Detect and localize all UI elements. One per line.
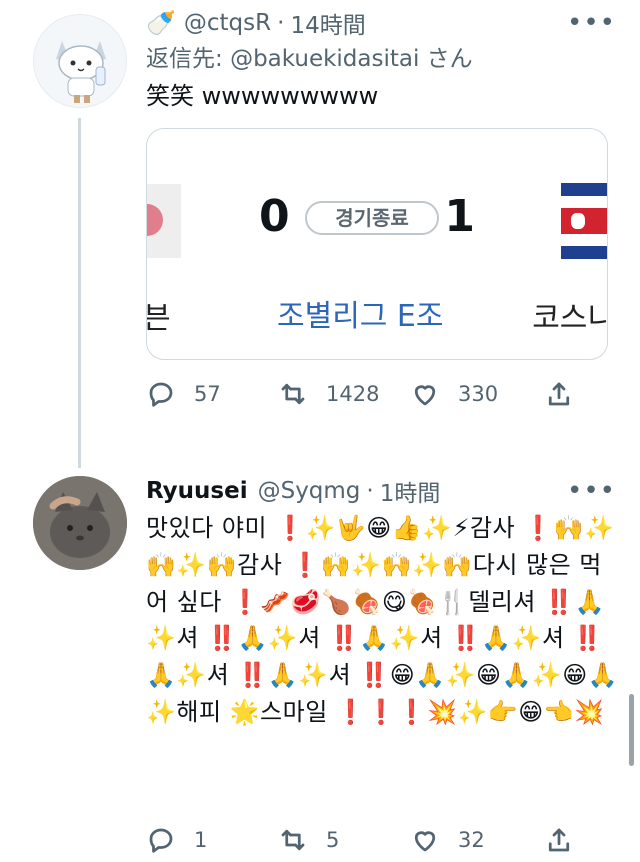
reply-count: 57 [194,382,221,406]
retweet-icon [281,383,305,405]
reply-context: 返信先: @bakuekidasitai さん [146,42,620,76]
score-left: 0 [259,191,290,242]
like-count: 32 [458,828,485,852]
reply-count: 1 [194,828,208,852]
reply-suffix: さん [419,46,473,72]
share-icon [548,382,570,406]
reply-button[interactable]: 57 [146,379,278,409]
like-button[interactable]: 32 [410,825,544,855]
retweet-button[interactable]: 1428 [278,379,410,409]
retweet-count: 5 [326,828,340,852]
share-icon [548,828,570,852]
tweet-2[interactable]: Ryuusei @Syqmg · 1時間 ••• 맛있다 야미 ❗✨🤟😁👍✨⚡감… [146,472,620,862]
tweet-header: Ryuusei @Syqmg · 1時間 ••• [146,472,620,510]
action-bar: 57 1428 330 [146,372,620,416]
score-right: 1 [444,191,475,242]
match-status-badge: 경기종료 [305,201,439,235]
display-name[interactable]: Ryuusei [146,478,248,504]
reply-prefix: 返信先: [146,46,231,72]
cat-photo-avatar-image [33,476,127,570]
separator-dot: · [366,478,374,504]
like-count: 330 [458,382,499,406]
reply-button[interactable]: 1 [146,825,278,855]
retweet-icon [281,829,305,851]
user-handle[interactable]: @ctqsR [184,10,271,36]
more-icon[interactable]: ••• [567,472,616,510]
reply-icon [149,382,173,407]
share-button[interactable] [544,379,574,409]
cat-mascot-avatar-image [56,41,106,103]
thread-connector-line [78,118,81,468]
tweet-1[interactable]: 🍼 @ctqsR · 14時間 ••• 返信先: @bakuekidasitai… [146,4,620,416]
like-button[interactable]: 330 [410,379,544,409]
flag-left-image [147,184,181,258]
left-team-name: 븐 [147,293,171,337]
avatar[interactable] [33,14,127,108]
timestamp[interactable]: 1時間 [380,474,441,508]
tweet-text: 맛있다 야미 ❗✨🤟😁👍✨⚡감사 ❗🙌✨🙌✨🙌감사 ❗🙌✨🙌✨🙌다시 많은 먹어… [146,514,619,726]
retweet-count: 1428 [326,382,380,406]
reply-mention[interactable]: @bakuekidasitai [230,46,419,72]
share-button[interactable] [544,825,574,855]
action-bar: 1 5 32 [146,818,620,862]
media-card[interactable]: 0 경기종료 1 븐 조별리그 E조 코스니 [146,128,608,360]
reply-icon [149,828,173,853]
baby-bottle-icon: 🍼 [146,9,176,37]
avatar[interactable] [33,476,127,570]
user-handle[interactable]: @Syqmg [258,478,361,504]
more-icon[interactable]: ••• [567,4,616,42]
scrollbar[interactable] [629,694,634,766]
retweet-button[interactable]: 5 [278,825,410,855]
timestamp[interactable]: 14時間 [290,6,365,40]
like-icon [414,385,436,406]
like-icon [414,831,436,852]
group-label: 조별리그 E조 [277,299,444,334]
tweet-header: 🍼 @ctqsR · 14時間 ••• [146,4,620,42]
costa-rica-flag-image [561,183,607,259]
separator-dot: · [277,10,285,36]
tweet-text: 笑笑 wwwwwwwww [146,82,379,110]
right-team-name: 코스니 [532,301,608,336]
